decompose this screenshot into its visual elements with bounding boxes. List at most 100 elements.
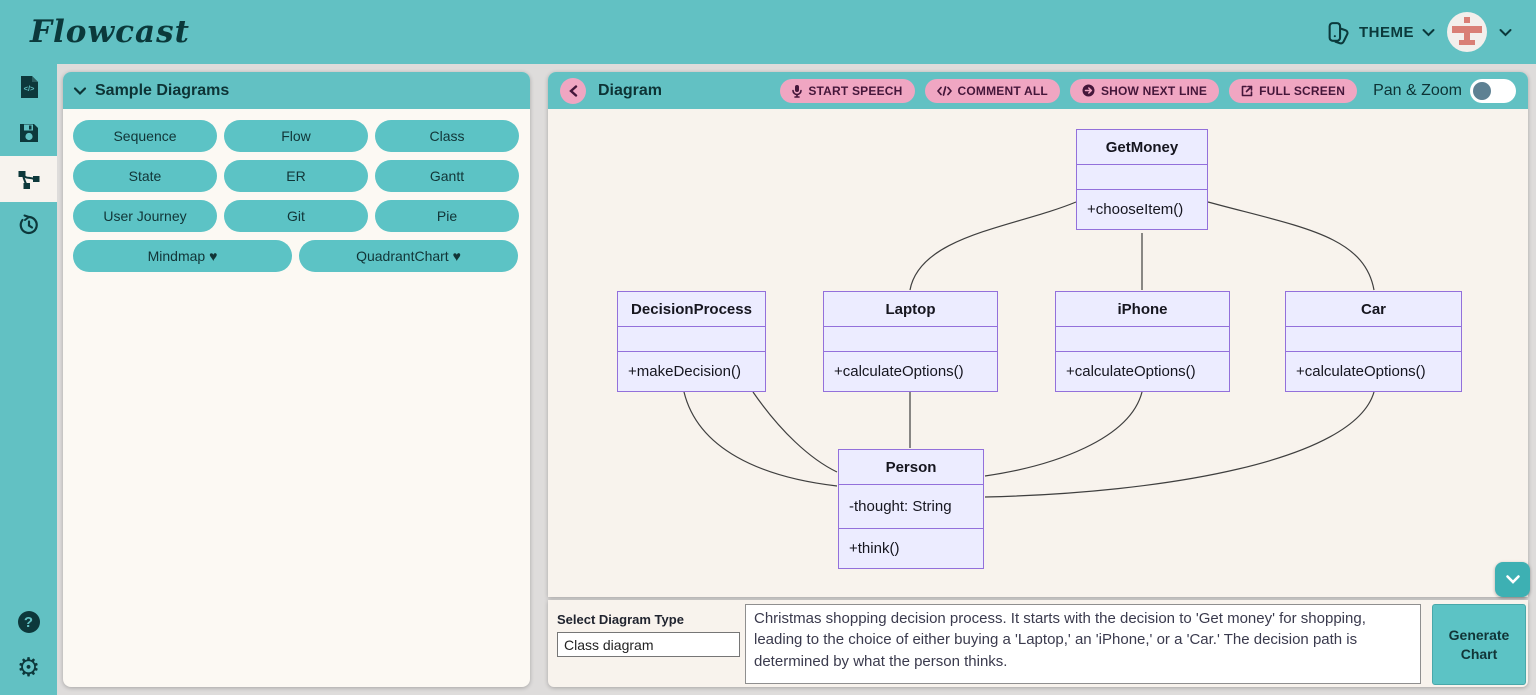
class-methods: +chooseItem(): [1077, 190, 1207, 229]
generate-chart-button[interactable]: Generate Chart: [1432, 604, 1526, 685]
toolbar-button-comment-all[interactable]: COMMENT ALL: [925, 79, 1060, 103]
theme-button[interactable]: THEME: [1326, 20, 1435, 45]
generator-controls: Select Diagram Type Christmas shopping d…: [548, 600, 1528, 687]
diagram-icon: [17, 168, 41, 190]
edge-decision-person-2: [753, 392, 837, 472]
class-attributes: [1056, 327, 1229, 352]
description-textarea[interactable]: Christmas shopping decision process. It …: [745, 604, 1421, 684]
theme-label: THEME: [1359, 24, 1414, 41]
app-header: Flowcast THEME: [0, 0, 1536, 64]
edge-car-person: [985, 392, 1374, 497]
sidebar-item-settings[interactable]: ⚙: [0, 645, 57, 691]
class-methods: +calculateOptions(): [1056, 352, 1229, 391]
class-name: GetMoney: [1077, 130, 1207, 165]
help-icon: ?: [18, 611, 40, 633]
sidebar-item-history[interactable]: [0, 202, 57, 248]
class-name: Car: [1286, 292, 1461, 327]
sidebar-item-help[interactable]: ?: [0, 599, 57, 645]
chevron-down-icon: [1505, 574, 1521, 585]
edge-decision-person-1: [684, 392, 837, 486]
diagram-panel: Diagram START SPEECH COMMENT ALL SHOW NEXT…: [548, 72, 1528, 597]
toolbar-button-label: FULL SCREEN: [1259, 84, 1345, 98]
sidebar-item-diagrams[interactable]: [0, 156, 57, 202]
gear-icon: ⚙: [17, 655, 40, 681]
pan-zoom-toggle[interactable]: [1470, 79, 1516, 103]
sidebar-item-save[interactable]: [0, 110, 57, 156]
diagram-panel-title: Diagram: [598, 82, 662, 100]
class-attributes: [618, 327, 765, 352]
toolbar-button-label: SHOW NEXT LINE: [1101, 84, 1207, 98]
class-method: +calculateOptions(): [1286, 352, 1461, 391]
toolbar-button-show-next-line[interactable]: SHOW NEXT LINE: [1070, 79, 1219, 103]
svg-text:</>: </>: [23, 84, 34, 93]
left-sidebar: </>: [0, 64, 57, 695]
sample-button-state[interactable]: State: [73, 160, 217, 192]
sample-button-mindmap[interactable]: Mindmap ♥: [73, 240, 292, 272]
edge-getmoney-car: [1208, 202, 1374, 290]
class-box-car: Car +calculateOptions(): [1285, 291, 1462, 392]
save-icon: [18, 122, 40, 144]
sample-diagrams-panel: Sample Diagrams SequenceFlowClass StateER…: [63, 72, 530, 687]
class-method: +think(): [839, 529, 983, 568]
class-name: DecisionProcess: [618, 292, 765, 327]
sample-button-class[interactable]: Class: [375, 120, 519, 152]
sample-diagrams-title: Sample Diagrams: [95, 82, 229, 100]
fullscreen-icon: [1241, 85, 1253, 97]
history-icon: [17, 213, 41, 237]
edge-getmoney-laptop: [910, 202, 1076, 290]
class-attributes: [1077, 165, 1207, 190]
sample-button-flow[interactable]: Flow: [224, 120, 368, 152]
chevron-down-icon: [73, 86, 87, 96]
arrow-circle-icon: [1082, 84, 1095, 97]
toolbar-button-start-speech[interactable]: START SPEECH: [780, 79, 914, 103]
code-icon: [937, 86, 952, 96]
class-attributes: [824, 327, 997, 352]
sample-button-pie[interactable]: Pie: [375, 200, 519, 232]
chevron-left-icon: [569, 85, 578, 97]
diagram-toolbar: START SPEECH COMMENT ALL SHOW NEXT LINE FUL…: [780, 79, 1357, 103]
toolbar-button-full-screen[interactable]: FULL SCREEN: [1229, 79, 1357, 103]
sample-diagrams-header[interactable]: Sample Diagrams: [63, 72, 530, 109]
toolbar-button-label: COMMENT ALL: [958, 84, 1048, 98]
sample-button-gantt[interactable]: Gantt: [375, 160, 519, 192]
edge-iphone-person: [985, 392, 1142, 476]
chevron-down-icon: [1422, 28, 1435, 37]
class-box-decisionprocess: DecisionProcess +makeDecision(): [617, 291, 766, 392]
class-box-getmoney: GetMoney +chooseItem(): [1076, 129, 1208, 230]
pan-zoom-label: Pan & Zoom: [1373, 82, 1462, 100]
sample-button-er[interactable]: ER: [224, 160, 368, 192]
toggle-knob: [1473, 82, 1491, 100]
microphone-icon: [792, 84, 802, 98]
class-method: +makeDecision(): [618, 352, 765, 391]
diagram-type-label: Select Diagram Type: [557, 612, 684, 627]
class-method: +calculateOptions(): [824, 352, 997, 391]
diagram-canvas: GetMoney +chooseItem() DecisionProcess +mak…: [548, 109, 1528, 597]
toolbar-button-label: START SPEECH: [808, 84, 902, 98]
avatar[interactable]: [1447, 12, 1487, 52]
class-methods: +calculateOptions(): [1286, 352, 1461, 391]
class-attribute: -thought: String: [839, 485, 983, 528]
class-methods: +makeDecision(): [618, 352, 765, 391]
class-name: Person: [839, 450, 983, 485]
class-methods: +think(): [839, 529, 983, 568]
class-box-laptop: Laptop +calculateOptions(): [823, 291, 998, 392]
scroll-down-button[interactable]: [1495, 562, 1530, 597]
sample-button-git[interactable]: Git: [224, 200, 368, 232]
class-box-person: Person-thought: String+think(): [838, 449, 984, 569]
file-code-icon: </>: [18, 75, 40, 99]
sample-button-sequence[interactable]: Sequence: [73, 120, 217, 152]
collapse-panel-button[interactable]: [560, 78, 586, 104]
class-methods: +calculateOptions(): [824, 352, 997, 391]
sidebar-item-code[interactable]: </>: [0, 64, 57, 110]
class-method: +calculateOptions(): [1056, 352, 1229, 391]
chevron-down-icon[interactable]: [1499, 28, 1512, 37]
class-box-iphone: iPhone +calculateOptions(): [1055, 291, 1230, 392]
class-method: +chooseItem(): [1077, 190, 1207, 229]
class-attributes: [1286, 327, 1461, 352]
sample-button-quadrantchart[interactable]: QuadrantChart ♥: [299, 240, 518, 272]
diagram-type-input[interactable]: [557, 632, 740, 657]
class-name: Laptop: [824, 292, 997, 327]
class-name: iPhone: [1056, 292, 1229, 327]
class-attributes: -thought: String: [839, 485, 983, 529]
sample-button-user-journey[interactable]: User Journey: [73, 200, 217, 232]
